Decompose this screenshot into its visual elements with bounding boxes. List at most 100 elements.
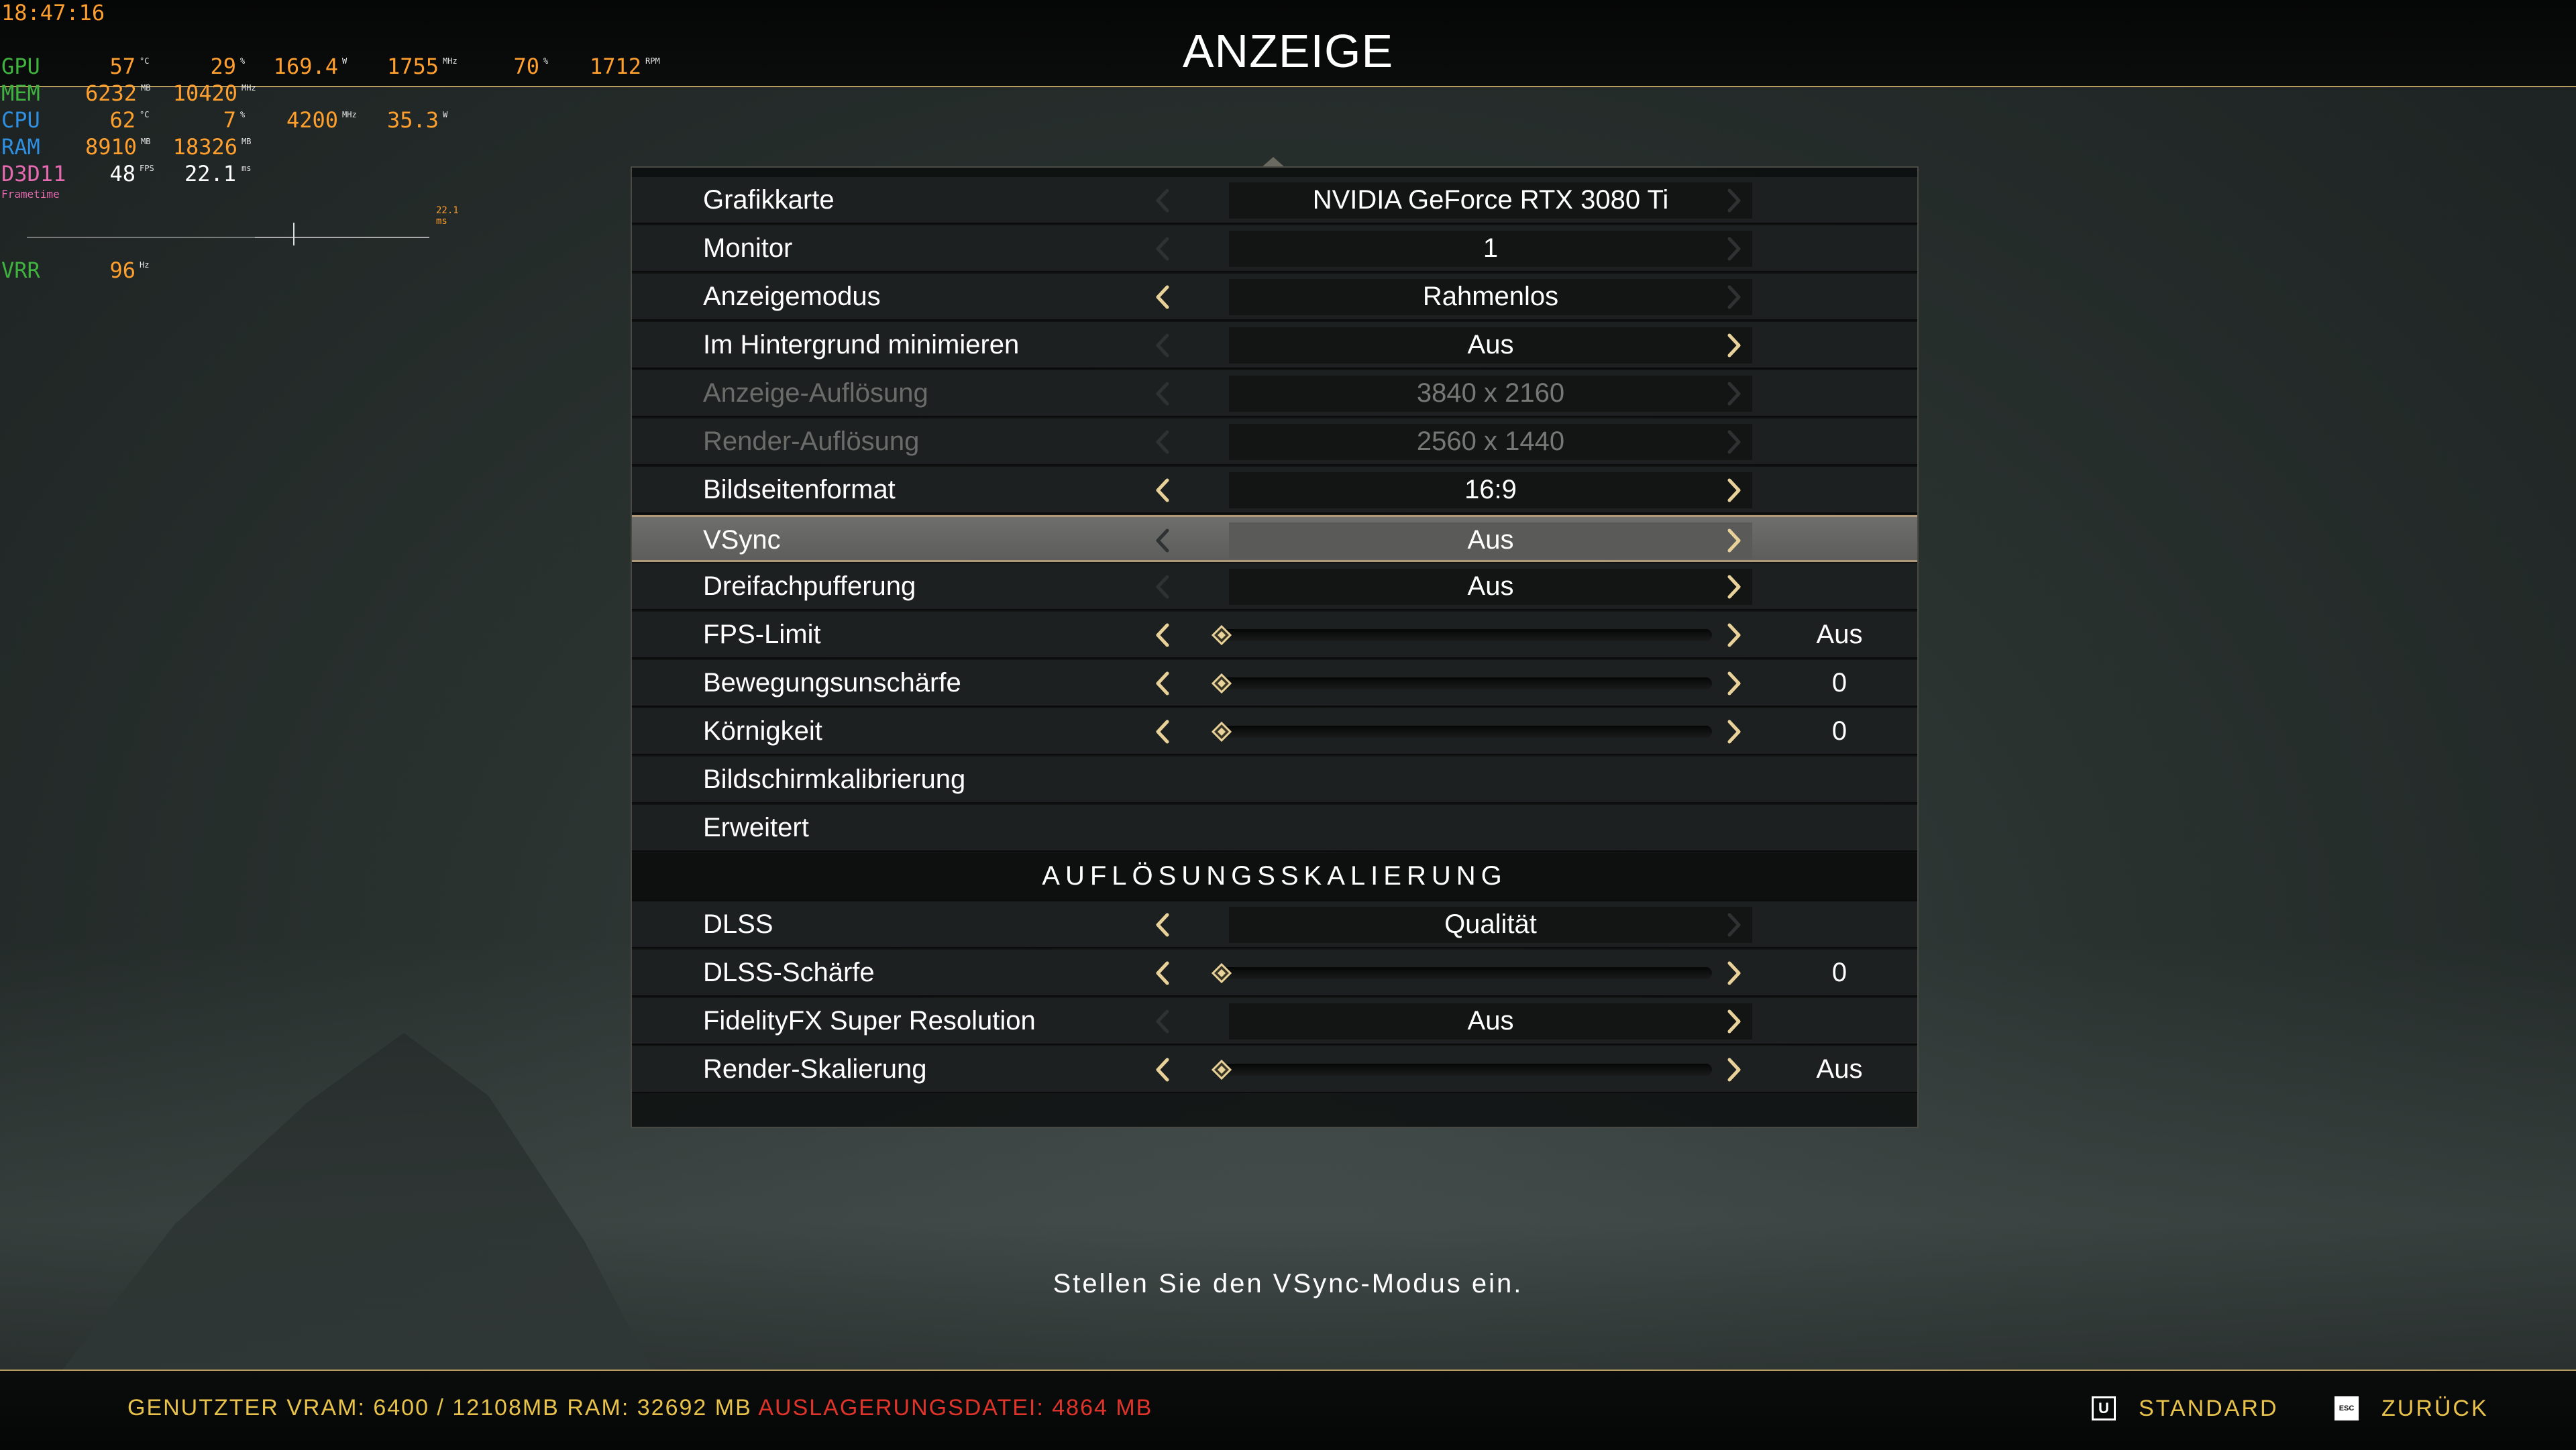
setting-value-box: 3840 x 2160 bbox=[1229, 376, 1752, 412]
osd-gpu-power-unit: W bbox=[342, 56, 347, 66]
setting-label: Dreifachpufferung bbox=[703, 571, 916, 601]
slider-knob[interactable] bbox=[1211, 673, 1232, 694]
setting-row-anzeigemodus[interactable]: Anzeigemodus Rahmenlos bbox=[632, 274, 1917, 321]
setting-label: Render-Skalierung bbox=[703, 1054, 927, 1084]
chevron-left-icon bbox=[1148, 1007, 1177, 1036]
osd-d3d-label: D3D11 bbox=[1, 161, 66, 186]
setting-value: Aus bbox=[1467, 571, 1514, 601]
setting-row-grafikkarte[interactable]: Grafikkarte NVIDIA GeForce RTX 3080 Ti bbox=[632, 177, 1917, 224]
chevron-right-icon[interactable] bbox=[1720, 718, 1748, 746]
section-title: AUFLÖSUNGSSKALIERUNG bbox=[1042, 861, 1507, 891]
osd-gpu-clock-unit: MHz bbox=[443, 56, 458, 66]
setting-label: DLSS-Schärfe bbox=[703, 958, 875, 987]
osd-mem-clock: 10420 bbox=[172, 80, 237, 106]
osd-cpu-label: CPU bbox=[1, 107, 40, 133]
setting-description: Stellen Sie den VSync-Modus ein. bbox=[1053, 1269, 1523, 1298]
standard-button[interactable]: U STANDARD bbox=[2092, 1394, 2279, 1423]
chevron-right-icon bbox=[1720, 186, 1748, 215]
slider-knob[interactable] bbox=[1211, 624, 1232, 646]
setting-row-erweitert[interactable]: Erweitert bbox=[632, 805, 1917, 852]
setting-row-vsync[interactable]: VSync Aus bbox=[632, 515, 1917, 562]
chevron-left-icon bbox=[1148, 331, 1177, 359]
osd-mem-label: MEM bbox=[1, 80, 40, 106]
chevron-right-icon[interactable] bbox=[1720, 476, 1748, 504]
setting-label: Monitor bbox=[703, 233, 793, 263]
slider-track[interactable] bbox=[1222, 1064, 1712, 1076]
chevron-right-icon bbox=[1720, 235, 1748, 263]
setting-value: Aus bbox=[1467, 1006, 1514, 1036]
setting-row-dlss[interactable]: DLSS Qualität bbox=[632, 901, 1917, 948]
osd-gpu-power: 169.4 bbox=[273, 54, 338, 79]
chevron-right-icon[interactable] bbox=[1720, 573, 1748, 601]
setting-value-box: 16:9 bbox=[1229, 472, 1752, 508]
osd-fps: 48 bbox=[109, 161, 136, 186]
chevron-left-icon[interactable] bbox=[1148, 911, 1177, 939]
slider-value: Aus bbox=[1816, 620, 1863, 649]
setting-row-fidelityfx-super-resolution[interactable]: FidelityFX Super Resolution Aus bbox=[632, 998, 1917, 1045]
chevron-right-icon[interactable] bbox=[1720, 1056, 1748, 1084]
back-button[interactable]: ESC ZURÜCK bbox=[2334, 1394, 2489, 1423]
setting-value-box: Rahmenlos bbox=[1229, 279, 1752, 315]
chevron-left-icon[interactable] bbox=[1148, 621, 1177, 649]
setting-row-dreifachpufferung[interactable]: Dreifachpufferung Aus bbox=[632, 563, 1917, 610]
slider-track[interactable] bbox=[1222, 677, 1712, 689]
setting-row-monitor[interactable]: Monitor 1 bbox=[632, 225, 1917, 272]
setting-label: FidelityFX Super Resolution bbox=[703, 1006, 1036, 1036]
slider-knob[interactable] bbox=[1211, 1059, 1232, 1080]
setting-row-bildschirmkalibrierung[interactable]: Bildschirmkalibrierung bbox=[632, 757, 1917, 803]
chevron-right-icon[interactable] bbox=[1720, 959, 1748, 987]
setting-row-bildseitenformat[interactable]: Bildseitenformat 16:9 bbox=[632, 467, 1917, 514]
chevron-left-icon[interactable] bbox=[1148, 959, 1177, 987]
chevron-left-icon[interactable] bbox=[1148, 1056, 1177, 1084]
slider-track[interactable] bbox=[1222, 967, 1712, 979]
osd-gpu-load: 29 bbox=[210, 54, 236, 79]
setting-label: Im Hintergrund minimieren bbox=[703, 330, 1020, 359]
slider-value: 0 bbox=[1831, 716, 1847, 746]
setting-row-fps-limit[interactable]: FPS-Limit Aus bbox=[632, 612, 1917, 659]
setting-row-bewegungsunschaerfe[interactable]: Bewegungsunschärfe 0 bbox=[632, 660, 1917, 707]
setting-label: Bewegungsunschärfe bbox=[703, 668, 961, 698]
osd-gpu-load-unit: % bbox=[240, 56, 246, 66]
setting-label: Anzeigemodus bbox=[703, 282, 881, 311]
osd-gpu-rpm-unit: RPM bbox=[645, 56, 660, 66]
chevron-left-icon bbox=[1148, 235, 1177, 263]
memory-info: GENUTZTER VRAM: 6400 / 12108MB RAM: 3269… bbox=[127, 1395, 1152, 1421]
slider-value: 0 bbox=[1831, 668, 1847, 698]
chevron-left-icon[interactable] bbox=[1148, 718, 1177, 746]
osd-gpu-clock: 1755 bbox=[386, 54, 439, 79]
osd-ram-used-unit: MB bbox=[141, 137, 151, 146]
setting-row-koernigkeit[interactable]: Körnigkeit 0 bbox=[632, 708, 1917, 755]
chevron-left-icon bbox=[1148, 573, 1177, 601]
chevron-left-icon[interactable] bbox=[1148, 669, 1177, 698]
chevron-right-icon[interactable] bbox=[1720, 1007, 1748, 1036]
slider-knob[interactable] bbox=[1211, 721, 1232, 742]
setting-value-box: Aus bbox=[1229, 569, 1752, 605]
setting-row-anzeige-aufloesung: Anzeige-Auflösung 3840 x 2160 bbox=[632, 370, 1917, 417]
setting-value: 16:9 bbox=[1464, 475, 1517, 504]
osd-ram-total: 18326 bbox=[172, 134, 237, 160]
chevron-right-icon bbox=[1720, 428, 1748, 456]
osd-gpu-rpm: 1712 bbox=[589, 54, 641, 79]
setting-value-box: Aus bbox=[1229, 1003, 1752, 1040]
chevron-right-icon[interactable] bbox=[1720, 669, 1748, 698]
setting-row-im-hintergrund-minimieren[interactable]: Im Hintergrund minimieren Aus bbox=[632, 322, 1917, 369]
chevron-right-icon[interactable] bbox=[1720, 526, 1748, 555]
setting-label: FPS-Limit bbox=[703, 620, 821, 649]
u-key-icon: U bbox=[2092, 1396, 2116, 1420]
chevron-right-icon[interactable] bbox=[1720, 331, 1748, 359]
setting-value-box: Aus bbox=[1229, 327, 1752, 364]
setting-value: 1 bbox=[1483, 233, 1499, 263]
slider-knob[interactable] bbox=[1211, 962, 1232, 984]
osd-cpu-clock: 4200 bbox=[286, 107, 338, 133]
chevron-right-icon[interactable] bbox=[1720, 621, 1748, 649]
setting-row-dlss-schaerfe[interactable]: DLSS-Schärfe 0 bbox=[632, 950, 1917, 997]
setting-row-render-skalierung[interactable]: Render-Skalierung Aus bbox=[632, 1046, 1917, 1093]
slider-track[interactable] bbox=[1222, 726, 1712, 738]
osd-frametime: 22.1 bbox=[184, 161, 236, 186]
setting-row-render-aufloesung: Render-Auflösung 2560 x 1440 bbox=[632, 419, 1917, 465]
osd-graph-label: 22.1 ms bbox=[436, 205, 459, 227]
chevron-left-icon[interactable] bbox=[1148, 283, 1177, 311]
slider-track[interactable] bbox=[1222, 629, 1712, 641]
chevron-left-icon[interactable] bbox=[1148, 476, 1177, 504]
setting-value: Rahmenlos bbox=[1422, 282, 1559, 311]
